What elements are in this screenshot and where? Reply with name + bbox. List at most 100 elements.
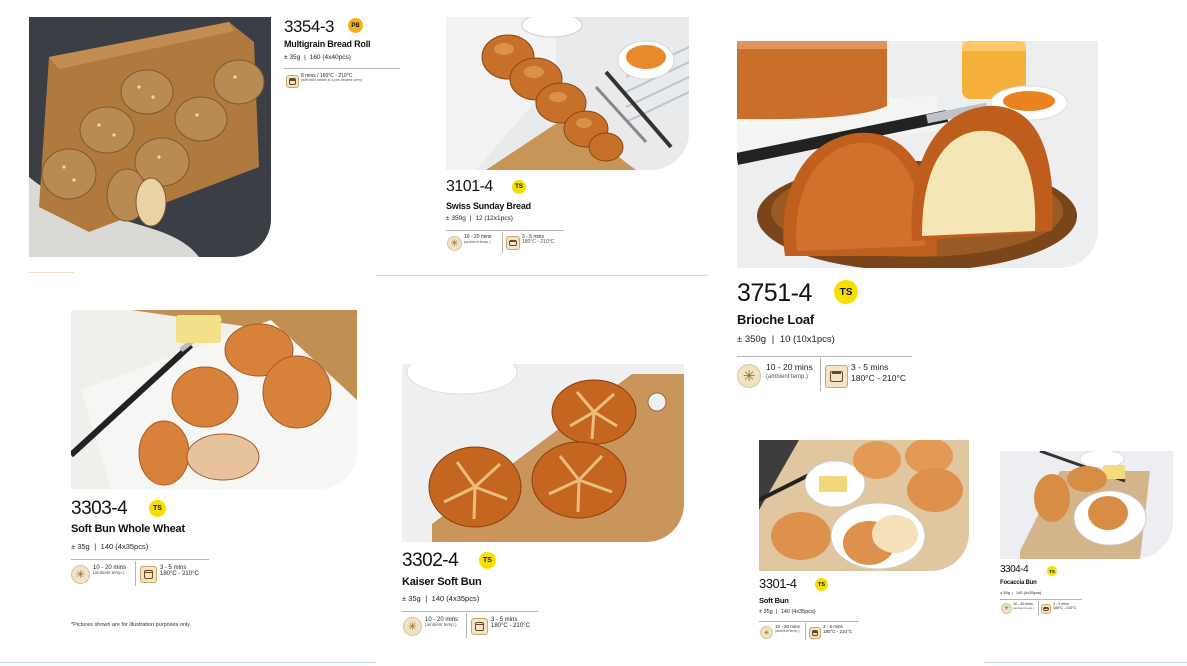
product-weight: ± 35g [284,54,301,61]
product-photo-kaiser [402,364,684,542]
product-photo-soft-bun [759,440,969,571]
divider [759,621,859,622]
thaw-note: (ambient temp.) [425,622,457,628]
thaw-info: 10 - 20 mins (ambient temp.) [464,234,492,245]
badge-ts: TS [815,578,828,591]
bake-time: 3 - 5 mins [851,362,889,372]
product-photo-focaccia [1000,451,1173,559]
product-pack: 140 (4x35pcs) [100,542,149,551]
product-code: 3302-4 [402,550,459,571]
product-code: 3303-4 [71,498,128,519]
badge-ts: TS [149,500,166,517]
oven-icon [286,75,299,88]
product-spec: ± 350g | 10 (10x1pcs) [737,334,835,345]
divider [502,233,503,253]
product-weight: ± 350g [737,334,766,345]
product-spec: ± 35g | 140 (4x35pcs) [402,594,480,603]
product-photo-swiss-sunday [446,17,689,170]
product-spec: ± 350g | 12 (12x1pcs) [446,215,513,222]
product-spec: ± 35g | 160 (4x40pcs) [284,54,351,61]
thaw-icon [737,364,761,388]
divider [1000,599,1082,600]
thaw-info: 10 - 20 mins (ambient temp.) [93,565,126,576]
oven-icon [825,365,848,388]
badge-ts: TS [1047,566,1057,576]
product-code: 3354-3 [284,17,334,36]
divider [466,613,467,638]
badge-pb: PB [348,18,363,33]
product-name: Kaiser Soft Bun [402,576,482,588]
footnote: *Pictures shown are for illustration pur… [71,622,192,628]
divider [71,559,209,560]
bake-temp: 180°C - 210°C [851,372,906,383]
divider [805,623,806,640]
bake-info: 3 - 5 mins 180°C - 210°C [851,363,906,383]
badge-ts: TS [479,552,496,569]
bake-temp: 180°C - 210°C [522,239,555,246]
thaw-note: (ambient temp.) [766,373,809,380]
thaw-info: 10 - 20 mins (ambient temp.) [775,624,800,633]
divider [402,611,538,612]
oven-icon [809,627,821,639]
product-pack: 160 (4x40pcs) [309,54,351,61]
thaw-icon [1001,603,1012,614]
thaw-info: 10 - 20 mins (ambient temp.) [425,617,458,628]
thaw-icon [447,236,462,251]
bake-info: 8 mins / 160°C - 210°C (with little stea… [301,73,362,83]
thaw-note: (ambient temp.) [464,240,491,245]
bake-info: 3 - 5 mins 180°C - 210°C [823,624,852,634]
badge-ts: TS [512,180,526,194]
thaw-info: 10 - 20 mins (ambient temp.) [766,363,813,380]
product-name: Swiss Sunday Bread [446,201,531,211]
oven-icon [471,618,488,635]
product-spec: ± 35g | 140 (4x35pcs) [71,542,149,551]
thaw-icon [760,626,773,639]
product-weight: ± 35g [402,594,421,603]
badge-ts: TS [834,280,858,304]
product-spec: ± 35g | 140 (4x35pcs) [759,609,816,615]
product-weight: ± 350g [446,215,466,222]
thaw-note: (ambient temp.) [93,570,125,576]
product-name: Soft Bun Whole Wheat [71,523,185,535]
product-pack: 140 (4x35pcs) [780,609,816,615]
divider [284,68,400,69]
product-pack: 140 (4x35pcs) [431,594,480,603]
divider [820,358,821,391]
bake-temp: 180°C - 210°C [491,623,530,630]
thaw-time: 10 - 20 mins [464,234,492,240]
oven-icon [506,236,520,250]
divider [446,230,564,231]
bake-temp: 180°C - 210°C [160,571,199,578]
oven-icon [1041,604,1051,614]
product-photo-whole-wheat [71,310,357,489]
product-code: 3304-4 [1000,564,1029,575]
page-rule [376,275,708,276]
product-code: 3101-4 [446,178,493,195]
product-name: Multigrain Bread Roll [284,39,371,49]
product-pack: 10 (10x1pcs) [779,334,835,345]
thaw-icon [71,565,90,584]
bake-time: 3 - 5 mins [160,565,187,571]
product-weight: ± 35g [759,609,773,615]
product-code: 3301-4 [759,576,797,591]
bake-time: 3 - 5 mins [491,617,518,623]
product-name: Focaccia Bun [1000,580,1037,586]
page-rule [984,662,1187,663]
divider [737,356,912,357]
product-weight: ± 35g [1000,590,1010,595]
divider [135,561,136,586]
divider [1038,601,1039,615]
product-photo-multigrain [29,17,271,257]
thaw-time: 10 - 20 mins [766,362,813,372]
oven-icon [140,566,157,583]
bake-info: 3 - 5 mins 180°C - 210°C [491,617,530,630]
decor-line [29,272,74,273]
product-name: Brioche Loaf [737,312,815,327]
product-pack: 140 (4x35pcs) [1015,590,1042,595]
thaw-info: 10 - 20 mins (ambient temp.) [1013,602,1034,610]
product-code: 3751-4 [737,279,812,307]
bake-temp: 180°C - 210°C [1053,605,1077,610]
bake-note: (with little steam in a pre-heated oven) [301,78,362,83]
thaw-note: (ambient temp.) [775,628,800,633]
product-weight: ± 35g [71,542,90,551]
